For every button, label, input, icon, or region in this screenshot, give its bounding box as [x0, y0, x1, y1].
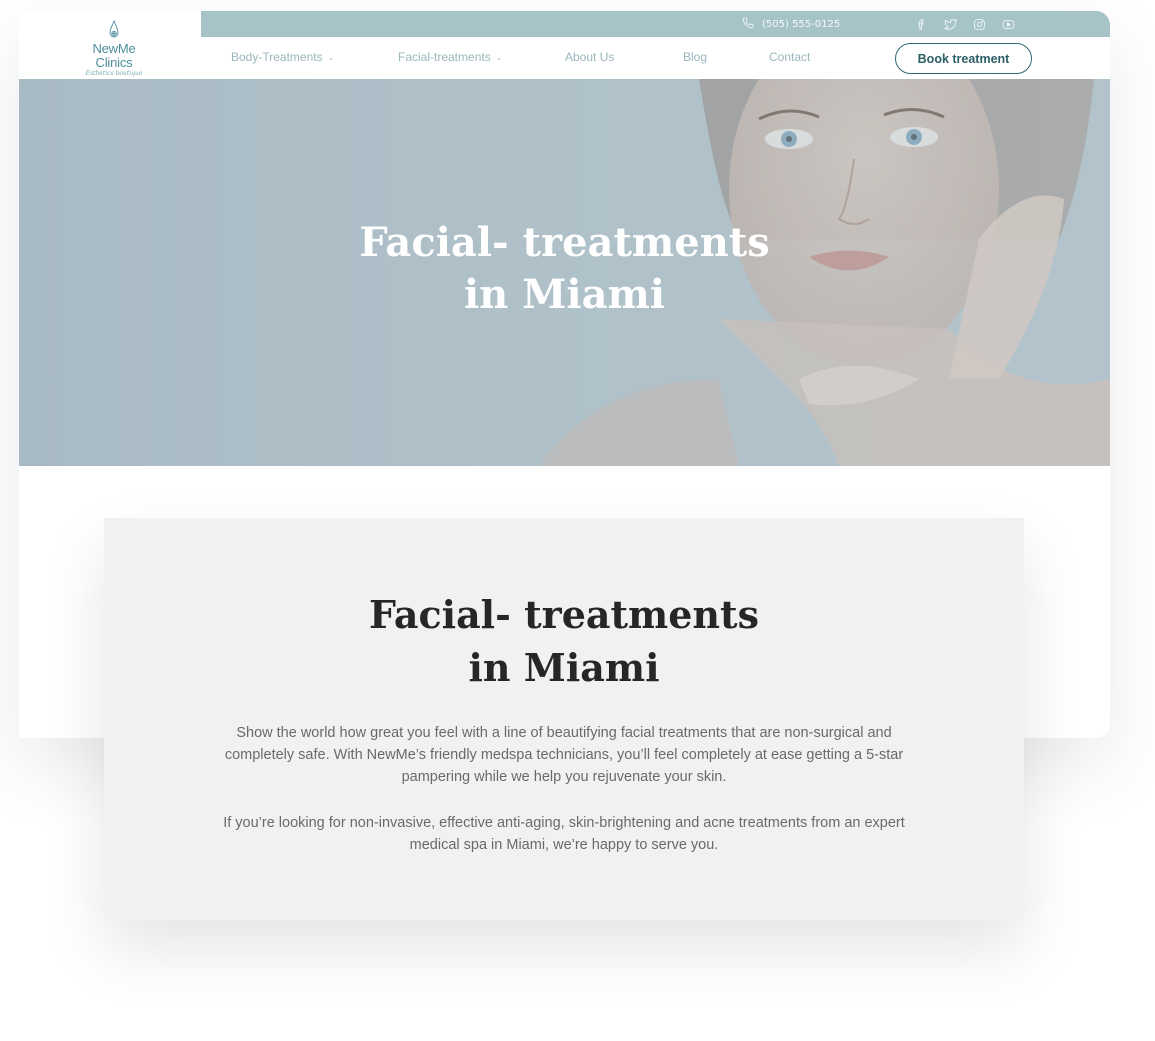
- instagram-icon[interactable]: [973, 18, 986, 31]
- intro-paragraph-1: Show the world how great you feel with a…: [224, 725, 904, 785]
- twitter-icon[interactable]: [944, 18, 957, 31]
- chevron-down-icon: ⌄: [327, 52, 335, 62]
- book-treatment-button[interactable]: Book treatment: [895, 43, 1032, 74]
- facebook-icon[interactable]: [915, 18, 928, 31]
- logo-tagline: Esthetics boutique: [85, 70, 143, 77]
- intro-title-line-2: in Miami: [468, 645, 660, 690]
- nav-item-contact[interactable]: Contact: [769, 50, 810, 64]
- chevron-down-icon: ⌄: [495, 52, 503, 62]
- nav-item-body-treatments[interactable]: Body-Treatments ⌄: [231, 50, 334, 64]
- hero-title: Facial- treatments in Miami: [19, 217, 1110, 321]
- phone-icon: [742, 17, 754, 32]
- hero-banner: Facial- treatments in Miami: [19, 79, 1110, 466]
- nav-item-blog[interactable]: Blog: [683, 50, 707, 64]
- nav-item-facial-treatments[interactable]: Facial-treatments ⌄: [398, 50, 502, 64]
- nav-item-label: Body-Treatments: [231, 50, 323, 64]
- intro-title-line-1: Facial- treatments: [368, 592, 760, 637]
- nav-item-label: Contact: [769, 50, 811, 64]
- nav-item-label: About Us: [565, 50, 615, 64]
- nav-item-label: Blog: [683, 50, 708, 64]
- nav-item-label: Facial-treatments: [398, 50, 491, 64]
- social-links: [915, 18, 1015, 31]
- main-nav: Body-Treatments ⌄ Facial-treatments ⌄ Ab…: [201, 38, 1110, 79]
- intro-card: Facial- treatments in Miami Show the wor…: [104, 518, 1024, 920]
- phone-link[interactable]: (505) 555-0125: [742, 17, 840, 32]
- intro-title: Facial- treatments in Miami: [104, 588, 1024, 694]
- phone-number: (505) 555-0125: [762, 19, 841, 30]
- hero-title-line-2: in Miami: [463, 271, 666, 318]
- intro-paragraph-2: If you’re looking for non-invasive, effe…: [223, 815, 905, 853]
- hero-title-line-1: Facial- treatments: [359, 219, 770, 266]
- youtube-icon[interactable]: [1002, 18, 1015, 31]
- logo-mark-icon: [78, 20, 150, 42]
- logo[interactable]: NewMe Clinics Esthetics boutique: [78, 20, 150, 77]
- nav-item-about-us[interactable]: About Us: [565, 50, 614, 64]
- top-bar: (505) 555-0125: [201, 11, 1110, 37]
- logo-name: NewMe Clinics: [92, 41, 136, 70]
